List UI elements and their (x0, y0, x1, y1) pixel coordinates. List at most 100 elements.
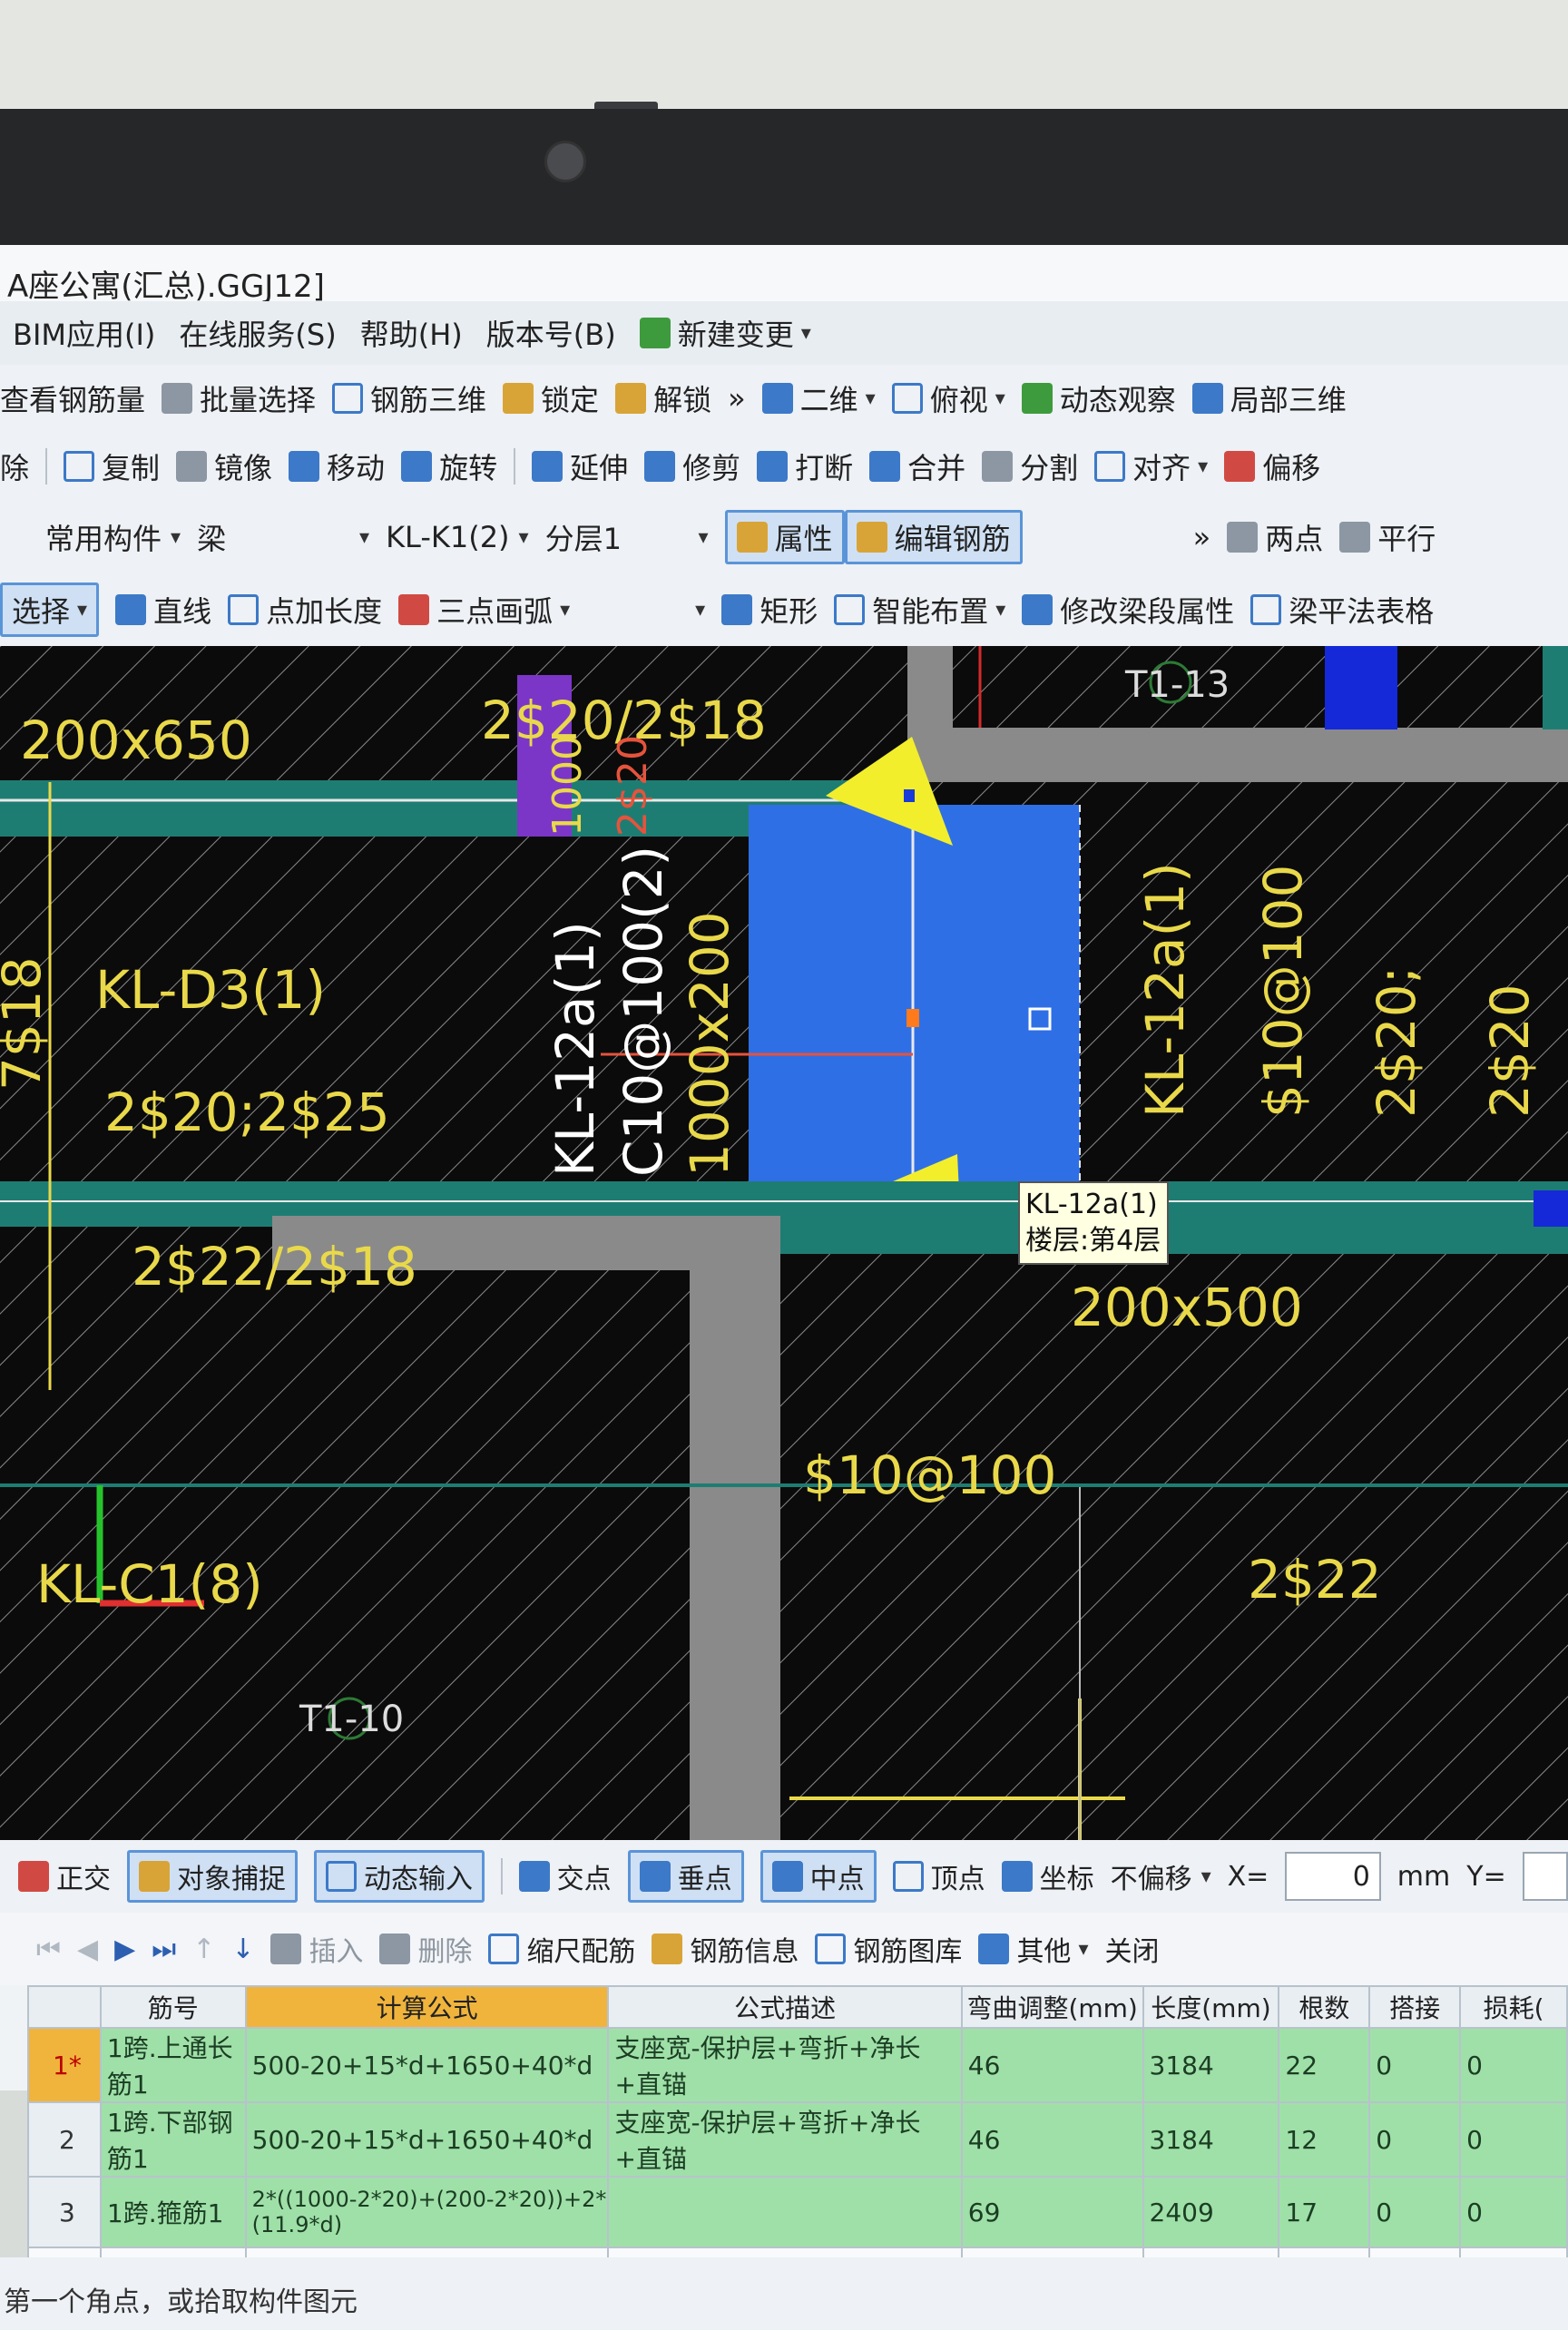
column-grey-bottom[interactable] (690, 1216, 780, 1840)
menu-help[interactable]: 帮助(H) (360, 312, 463, 354)
cell-length[interactable]: 3184 (1142, 2101, 1280, 2178)
delete-row-button[interactable]: 删除 (379, 1929, 472, 1969)
arc-dropdown[interactable]: 三点画弧 ▾ (398, 589, 570, 631)
cell-lap[interactable]: 0 (1368, 2101, 1462, 2178)
select-button[interactable]: 选择 ▾ (0, 582, 100, 637)
header-description[interactable]: 公式描述 (607, 1985, 963, 2029)
chevron-down-icon[interactable]: ▾ (695, 599, 705, 622)
wall-grey-top[interactable] (907, 728, 1568, 782)
extend-button[interactable]: 延伸 (532, 445, 628, 487)
grip-point[interactable] (906, 1009, 919, 1027)
table-row[interactable]: 1* 1跨.上通长筋1 500-20+15*d+1650+40*d 支座宽-保护… (27, 2027, 1568, 2103)
x-coordinate-input[interactable]: 0 (1285, 1852, 1381, 1901)
lock-button[interactable]: 锁定 (503, 377, 599, 419)
table-row[interactable]: 3 1跨.箍筋1 2*((1000-2*20)+(200-2*20))+2*(1… (27, 2176, 1568, 2248)
edit-rebar-button[interactable]: 编辑钢筋 (844, 510, 1023, 564)
toolbar-overflow-icon[interactable]: » (728, 381, 746, 416)
cell-formula[interactable]: 500-20+15*d+1650+40*d (244, 2101, 610, 2178)
next-record-icon[interactable]: ▶ (114, 1934, 135, 1965)
cell-formula[interactable]: 2*((1000-2*20)+(200-2*20))+2*(11.9*d) (244, 2176, 610, 2248)
rebar-table[interactable]: 筋号 计算公式 公式描述 弯曲调整(mm) 长度(mm) 根数 搭接 损耗( 1… (27, 1985, 1568, 2286)
component-name-dropdown[interactable]: KL-K1(2) ▾ (386, 520, 529, 554)
intersection-snap[interactable]: 交点 (518, 1856, 612, 1896)
cell-count[interactable]: 17 (1278, 2176, 1371, 2248)
cell-count[interactable]: 12 (1278, 2101, 1371, 2178)
prev-record-icon[interactable]: ◀ (77, 1934, 98, 1965)
table-row[interactable]: 2 1跨.下部钢筋1 500-20+15*d+1650+40*d 支座宽-保护层… (27, 2101, 1568, 2178)
dynamic-input-toggle[interactable]: 动态输入 (314, 1850, 485, 1903)
unlock-button[interactable]: 解锁 (615, 377, 711, 419)
rect-button[interactable]: 矩形 (721, 589, 818, 631)
close-button[interactable]: 关闭 (1104, 1929, 1159, 1969)
cell-length[interactable]: 2409 (1142, 2176, 1280, 2248)
cell-formula[interactable]: 500-20+15*d+1650+40*d (244, 2027, 610, 2103)
cell-description[interactable]: 支座宽-保护层+弯折+净长+直锚 (607, 2027, 963, 2103)
perpendicular-snap[interactable]: 垂点 (627, 1850, 744, 1903)
partial-3d-button[interactable]: 局部三维 (1191, 377, 1347, 419)
trim-button[interactable]: 修剪 (644, 445, 740, 487)
split-button[interactable]: 分割 (982, 445, 1078, 487)
menu-bim[interactable]: BIM应用(I) (13, 312, 155, 354)
beam-bottom-band[interactable] (0, 1181, 1568, 1227)
row-number[interactable]: 3 (27, 2176, 102, 2248)
row-number[interactable]: 2 (27, 2101, 102, 2178)
y-coordinate-input[interactable] (1522, 1852, 1568, 1901)
scale-rebar-button[interactable]: 缩尺配筋 (488, 1929, 635, 1969)
new-change-button[interactable]: 新建变更 ▾ (639, 312, 811, 354)
cell-description[interactable] (607, 2176, 963, 2248)
header-length[interactable]: 长度(mm) (1142, 1985, 1280, 2029)
property-button[interactable]: 属性 (724, 510, 845, 564)
cell-bend[interactable]: 69 (960, 2176, 1144, 2248)
cell-description[interactable]: 支座宽-保护层+弯折+净长+直锚 (607, 2101, 963, 2178)
top-view-dropdown[interactable]: 俯视 ▾ (891, 377, 1005, 419)
cell-loss[interactable]: 0 (1459, 2027, 1568, 2103)
rebar-3d-button[interactable]: 钢筋三维 (332, 377, 486, 419)
modify-segment-button[interactable]: 修改梁段属性 (1022, 589, 1234, 631)
merge-button[interactable]: 合并 (869, 445, 965, 487)
header-lap[interactable]: 搭接 (1368, 1985, 1462, 2029)
first-record-icon[interactable]: ⏮ (36, 1934, 61, 1965)
move-down-icon[interactable]: ↓ (231, 1934, 254, 1965)
grip-top[interactable] (904, 789, 915, 802)
delete-button[interactable]: 除 (0, 445, 29, 487)
last-record-icon[interactable]: ⏭ (152, 1934, 176, 1965)
parallel-button[interactable]: 平行 (1339, 516, 1436, 558)
coordinate-snap[interactable]: 坐标 (1001, 1856, 1094, 1896)
vertex-snap[interactable]: 顶点 (892, 1856, 985, 1896)
cell-loss[interactable]: 0 (1459, 2176, 1568, 2248)
insert-row-button[interactable]: 插入 (270, 1929, 363, 1969)
view-2d-dropdown[interactable]: 二维 ▾ (761, 377, 876, 419)
beam-table-button[interactable]: 梁平法表格 (1250, 589, 1434, 631)
smart-layout-dropdown[interactable]: 智能布置 ▾ (834, 589, 1005, 631)
header-bar-number[interactable]: 筋号 (99, 1985, 247, 2029)
cell-bend[interactable]: 46 (960, 2101, 1144, 2178)
cell-bend[interactable]: 46 (960, 2027, 1144, 2103)
offset-button[interactable]: 偏移 (1224, 445, 1320, 487)
cell-lap[interactable]: 0 (1368, 2027, 1462, 2103)
rebar-library-button[interactable]: 钢筋图库 (815, 1929, 962, 1969)
cell-loss[interactable]: 0 (1459, 2101, 1568, 2178)
cell-bar-name[interactable]: 1跨.下部钢筋1 (99, 2101, 247, 2178)
column-blue-bottom[interactable] (1534, 1190, 1568, 1227)
break-button[interactable]: 打断 (757, 445, 853, 487)
cell-bar-name[interactable]: 1跨.上通长筋1 (99, 2027, 247, 2103)
view-rebar-qty-button[interactable]: 查看钢筋量 (0, 377, 145, 419)
rebar-info-button[interactable]: 钢筋信息 (652, 1929, 799, 1969)
toolbar-overflow-icon[interactable]: » (1193, 520, 1211, 554)
dynamic-orbit-button[interactable]: 动态观察 (1021, 377, 1176, 419)
copy-button[interactable]: 复制 (64, 445, 160, 487)
ortho-toggle[interactable]: 正交 (18, 1856, 111, 1896)
header-bend[interactable]: 弯曲调整(mm) (960, 1985, 1144, 2029)
point-length-button[interactable]: 点加长度 (228, 589, 382, 631)
cell-lap[interactable]: 0 (1368, 2176, 1462, 2248)
move-button[interactable]: 移动 (289, 445, 385, 487)
cell-length[interactable]: 3184 (1142, 2027, 1280, 2103)
align-dropdown[interactable]: 对齐 ▾ (1094, 445, 1208, 487)
component-dropdown[interactable]: 梁 ▾ (197, 516, 369, 558)
two-point-button[interactable]: 两点 (1227, 516, 1323, 558)
menu-online[interactable]: 在线服务(S) (179, 312, 336, 354)
header-loss[interactable]: 损耗( (1459, 1985, 1568, 2029)
component-type-dropdown[interactable]: 常用构件 ▾ (45, 516, 181, 558)
cell-bar-name[interactable]: 1跨.箍筋1 (99, 2176, 247, 2248)
other-dropdown[interactable]: 其他 ▾ (978, 1929, 1088, 1969)
